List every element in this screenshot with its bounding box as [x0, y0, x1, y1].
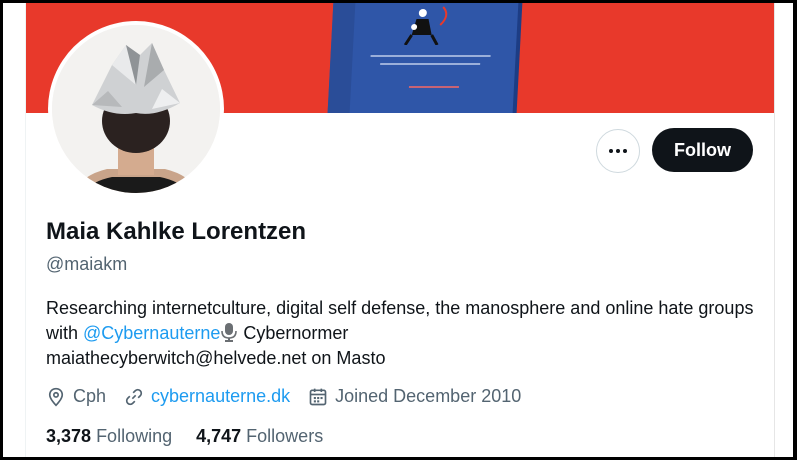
profile-page: Follow Maia Kahlke Lorentzen @maiakm Res… [3, 3, 793, 457]
website: cybernauterne.dk [124, 386, 290, 407]
more-options-button[interactable] [596, 129, 640, 173]
follow-button[interactable]: Follow [652, 128, 753, 172]
microphone-icon [221, 323, 238, 342]
profile-name: Maia Kahlke Lorentzen [46, 218, 307, 245]
link-icon [125, 388, 143, 405]
bio-mention-link[interactable]: @Cybernauterne [83, 323, 220, 343]
profile-handle: @maiakm [46, 254, 128, 274]
following-link[interactable]: 3,378 Following [46, 426, 172, 447]
location-icon [48, 387, 64, 407]
calendar-icon [309, 388, 327, 405]
left-gutter [3, 3, 25, 457]
website-link[interactable]: cybernauterne.dk [151, 386, 290, 407]
right-gutter [774, 3, 793, 457]
avatar[interactable] [48, 21, 224, 197]
followers-link[interactable]: 4,747 Followers [196, 426, 323, 447]
join-date: Joined December 2010 [308, 386, 521, 407]
more-icon [609, 149, 627, 153]
profile-bio: Researching internetculture, digital sel… [46, 298, 754, 368]
profile-stats: 3,378 Following 4,747 Followers [46, 426, 347, 447]
banner-book-image [327, 3, 520, 113]
book-illustration [403, 6, 448, 45]
location: Cph [46, 386, 106, 407]
avatar-photo [52, 25, 220, 193]
profile-meta: Cph cybernauterne.dk Joined December 201… [46, 386, 539, 407]
